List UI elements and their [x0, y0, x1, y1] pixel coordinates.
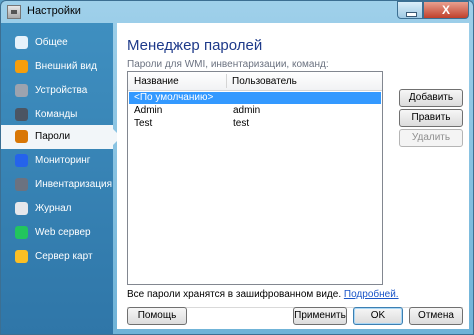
- minimize-button[interactable]: [397, 1, 423, 19]
- main-panel: Менеджер паролей Пароли для WMI, инвента…: [117, 23, 469, 329]
- sidebar-item-label: Пароли: [35, 131, 71, 142]
- column-header-name[interactable]: Название: [134, 76, 179, 87]
- list-header: Название Пользователь: [128, 72, 382, 91]
- sidebar-item-passwords[interactable]: Пароли: [1, 125, 121, 149]
- sidebar-item-label: Внешний вид: [35, 61, 97, 72]
- table-row[interactable]: Test test: [129, 118, 381, 130]
- ok-button[interactable]: OK: [353, 307, 403, 325]
- sidebar-item-web-server[interactable]: Web сервер: [1, 221, 113, 245]
- add-button[interactable]: Добавить: [399, 89, 463, 107]
- app-icon: [7, 5, 21, 19]
- delete-button[interactable]: Удалить: [399, 129, 463, 147]
- row-user: test: [233, 118, 250, 129]
- key-icon: [15, 130, 28, 143]
- encryption-note: Все пароли хранятся в зашифрованном виде…: [127, 289, 399, 300]
- column-header-user[interactable]: Пользователь: [232, 76, 297, 87]
- palette-icon: [15, 60, 28, 73]
- row-name: <По умолчанию>: [134, 92, 214, 103]
- sidebar-item-label: Сервер карт: [35, 251, 93, 262]
- sidebar-item-map-server[interactable]: Сервер карт: [1, 245, 113, 269]
- map-icon: [15, 250, 28, 263]
- apply-button[interactable]: Применить: [293, 307, 347, 325]
- monitor-icon: [15, 154, 28, 167]
- sidebar-item-devices[interactable]: Устройства: [1, 79, 113, 103]
- sidebar-item-label: Инвентаризация: [35, 179, 113, 190]
- sidebar-item-label: Общее: [35, 37, 68, 48]
- sidebar-item-label: Устройства: [35, 85, 88, 96]
- close-button[interactable]: X: [423, 1, 469, 19]
- globe-icon: [15, 226, 28, 239]
- more-info-link[interactable]: Подробней.: [344, 289, 399, 300]
- sidebar-item-appearance[interactable]: Внешний вид: [1, 55, 113, 79]
- sidebar-item-monitoring[interactable]: Мониторинг: [1, 149, 113, 173]
- note-text: Все пароли хранятся в зашифрованном виде…: [127, 289, 342, 300]
- sidebar-item-log[interactable]: Журнал: [1, 197, 113, 221]
- window-title: Настройки: [27, 5, 81, 17]
- passwords-list[interactable]: Название Пользователь <По умолчанию> Adm…: [127, 71, 383, 285]
- title-bar[interactable]: Настройки X: [1, 1, 473, 23]
- table-row[interactable]: <По умолчанию>: [129, 92, 381, 104]
- row-user: admin: [233, 105, 261, 116]
- row-name: Test: [134, 118, 153, 129]
- page-title: Менеджер паролей: [127, 37, 263, 54]
- settings-window: Настройки X Общее Внешний вид Устройства…: [0, 0, 474, 335]
- table-row[interactable]: Admin admin: [129, 105, 381, 117]
- terminal-icon: [15, 108, 28, 121]
- sidebar-item-label: Команды: [35, 109, 78, 120]
- close-icon: X: [441, 3, 450, 17]
- sidebar-item-label: Журнал: [35, 203, 72, 214]
- edit-button[interactable]: Править: [399, 109, 463, 127]
- printer-icon: [15, 84, 28, 97]
- log-icon: [15, 202, 28, 215]
- page-subtitle: Пароли для WMI, инвентаризации, команд:: [127, 59, 329, 70]
- inventory-icon: [15, 178, 28, 191]
- sidebar-item-label: Мониторинг: [35, 155, 91, 166]
- gear-icon: [15, 36, 28, 49]
- sidebar-item-label: Web сервер: [35, 227, 91, 238]
- row-name: Admin: [134, 105, 163, 116]
- sidebar: Общее Внешний вид Устройства Команды Пар…: [1, 23, 121, 334]
- cancel-button[interactable]: Отмена: [409, 307, 463, 325]
- help-button[interactable]: Помощь: [127, 307, 187, 325]
- sidebar-item-inventory[interactable]: Инвентаризация: [1, 173, 113, 197]
- sidebar-item-commands[interactable]: Команды: [1, 103, 113, 127]
- sidebar-item-general[interactable]: Общее: [1, 31, 113, 55]
- column-separator[interactable]: [226, 74, 227, 88]
